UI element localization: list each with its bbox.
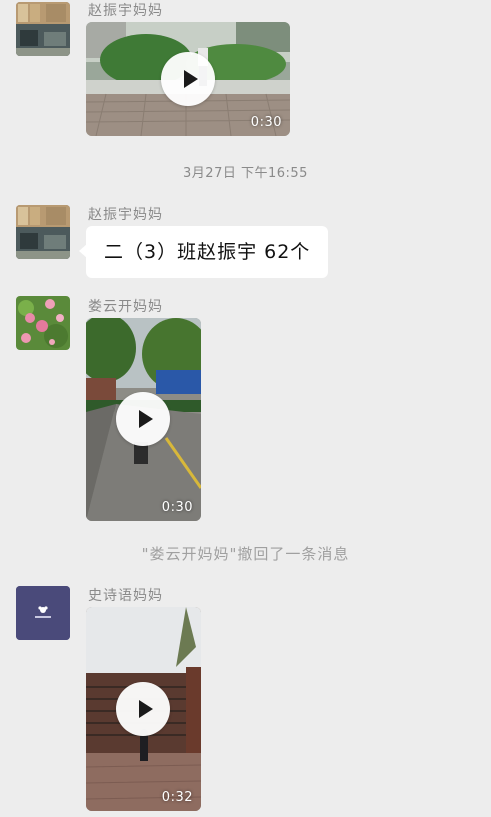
video-message[interactable]: 0:32 [86,607,201,811]
video-message[interactable]: 0:30 [86,318,201,521]
text-message-bubble[interactable]: 二（3）班赵振宇 62个 [86,226,329,278]
video-message[interactable]: 0:30 [86,22,290,136]
sender-name: 娄云开妈妈 [88,299,163,315]
play-icon [184,70,198,88]
avatar-image [16,2,70,56]
video-duration: 0:30 [250,115,282,130]
play-button[interactable] [116,682,170,736]
avatar-lou-yunkai-mom[interactable] [16,296,70,350]
video-duration: 0:32 [161,790,193,805]
sender-name: 史诗语妈妈 [88,588,163,604]
play-icon [139,700,153,718]
avatar-image [16,296,70,350]
avatar-zhao-zhenyu-mom[interactable] [16,2,70,56]
sender-name: 赵振宇妈妈 [88,3,163,19]
play-icon [139,410,153,428]
play-button[interactable] [116,392,170,446]
avatar-zhao-zhenyu-mom[interactable] [16,205,70,259]
avatar-shi-shiyu-mom[interactable] [16,586,70,640]
avatar-image [16,205,70,259]
timestamp: 3月27日 下午16:55 [183,166,308,181]
avatar-image [16,586,70,640]
recall-notice: "娄云开妈妈"撤回了一条消息 [141,545,350,563]
sender-name: 赵振宇妈妈 [88,207,163,223]
play-button[interactable] [161,52,215,106]
video-duration: 0:30 [161,500,193,515]
chat-message-list: 赵振宇妈妈 0:30 3月27日 下午16:55 赵振宇妈妈 二（3）班赵振宇 … [0,0,491,817]
